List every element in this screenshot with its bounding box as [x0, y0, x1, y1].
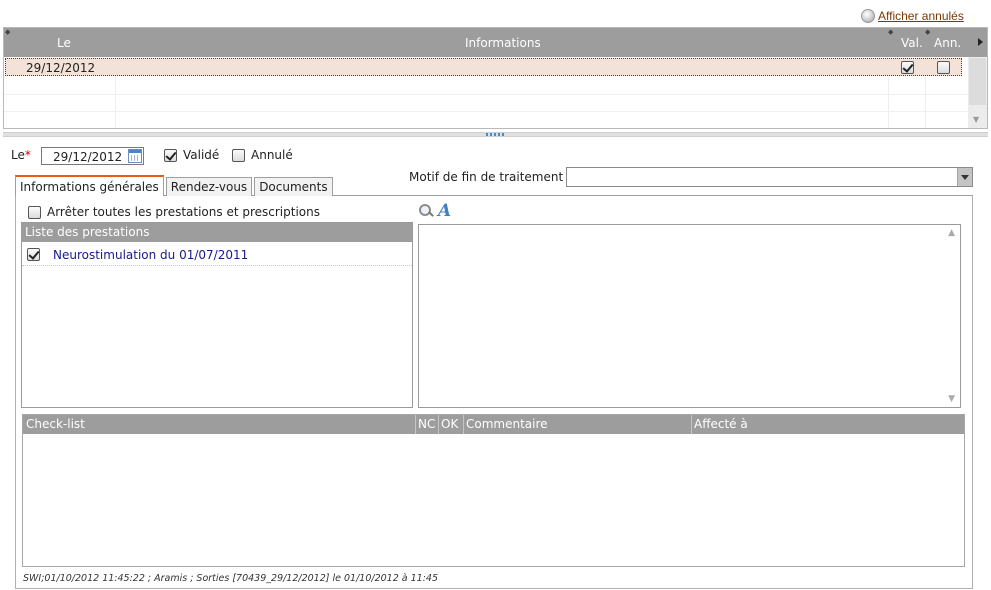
grid-header: ◆ Le Informations ◆ Val. ◆ Ann. — [4, 28, 987, 57]
tab-documents[interactable]: Documents — [254, 177, 333, 196]
prestations-header: Liste des prestations — [22, 223, 412, 242]
grid-scrollbar[interactable]: ▼ — [968, 57, 987, 128]
date-field[interactable]: 29/12/2012 — [41, 147, 144, 165]
sort-marker-icon: ◆ — [925, 28, 931, 36]
list-item[interactable]: Neurostimulation du 01/07/2011 — [22, 244, 412, 266]
valide-label: Validé — [183, 148, 220, 162]
column-header-ok[interactable]: OK — [441, 417, 458, 431]
search-icon[interactable] — [418, 203, 434, 219]
row-cancelled-checkbox[interactable] — [937, 61, 950, 74]
le-label-text: Le — [11, 148, 25, 162]
scroll-up-icon[interactable]: ▲ — [948, 228, 955, 238]
radio-ball-icon[interactable] — [861, 9, 875, 23]
stop-all-checkbox-box[interactable] — [28, 205, 41, 219]
column-header-le[interactable]: Le — [57, 36, 71, 50]
splitter[interactable] — [3, 132, 988, 137]
tab-bar: Informations générales Rendez-vous Docum… — [15, 175, 335, 196]
required-marker: * — [24, 148, 31, 162]
le-label: Le* — [11, 148, 31, 162]
checklist-grid: Check-list NC OK Commentaire Affecté à — [22, 414, 965, 567]
column-header-commentaire[interactable]: Commentaire — [466, 417, 548, 431]
annule-checkbox[interactable]: Annulé — [232, 147, 293, 163]
column-chooser-arrow-icon[interactable] — [978, 38, 983, 46]
grid-empty-area — [4, 77, 969, 128]
calendar-icon[interactable] — [128, 149, 142, 163]
show-cancelled-link[interactable]: Afficher annulés — [878, 9, 964, 23]
show-cancelled-toggle[interactable]: Afficher annulés — [861, 8, 964, 24]
row-date: 29/12/2012 — [26, 61, 96, 75]
prestations-list: Liste des prestations Neurostimulation d… — [21, 222, 413, 408]
column-header-nc[interactable]: NC — [418, 417, 435, 431]
records-grid: ◆ Le Informations ◆ Val. ◆ Ann. 29/12/20… — [3, 27, 988, 129]
column-header-informations[interactable]: Informations — [465, 36, 541, 50]
stop-all-label: Arrêter toutes les prestations et prescr… — [47, 205, 320, 219]
valide-checkbox[interactable]: Validé — [164, 147, 219, 163]
tab-rendez-vous[interactable]: Rendez-vous — [165, 177, 253, 196]
scrollbar-thumb[interactable] — [969, 58, 986, 105]
column-header-checklist[interactable]: Check-list — [26, 417, 85, 431]
column-header-affecte[interactable]: Affecté à — [694, 417, 748, 431]
valide-checkbox-box[interactable] — [164, 148, 177, 162]
scroll-down-icon[interactable]: ▼ — [973, 115, 979, 124]
table-row[interactable]: 29/12/2012 — [5, 58, 962, 76]
motif-label: Motif de fin de traitement — [409, 170, 564, 184]
font-icon[interactable]: A — [438, 203, 451, 220]
prestation-label: Neurostimulation du 01/07/2011 — [53, 248, 249, 262]
annule-checkbox-box[interactable] — [232, 148, 245, 162]
column-header-val[interactable]: Val. — [901, 36, 923, 50]
sort-marker-icon: ◆ — [5, 28, 11, 36]
audit-footer: SWI;01/10/2012 11:45:22 ; Aramis ; Sorti… — [23, 573, 438, 584]
row-validated-checkbox[interactable] — [901, 61, 914, 74]
sort-marker-icon: ◆ — [888, 28, 894, 36]
date-value: 29/12/2012 — [53, 150, 123, 164]
prestation-checkbox[interactable] — [27, 248, 40, 261]
annule-label: Annulé — [251, 148, 293, 162]
editor-toolbar: A — [418, 203, 451, 220]
motif-select[interactable] — [566, 167, 973, 187]
stop-all-checkbox[interactable]: Arrêter toutes les prestations et prescr… — [28, 204, 320, 220]
notes-textarea[interactable]: ▲ ▼ — [418, 224, 961, 408]
checklist-header: Check-list NC OK Commentaire Affecté à — [23, 415, 964, 434]
scroll-down-icon[interactable]: ▼ — [948, 394, 955, 404]
dropdown-arrow-icon[interactable] — [957, 168, 972, 186]
tab-informations-generales[interactable]: Informations générales — [15, 175, 164, 196]
column-header-ann[interactable]: Ann. — [934, 36, 961, 50]
splitter-grip-icon[interactable] — [486, 133, 504, 136]
